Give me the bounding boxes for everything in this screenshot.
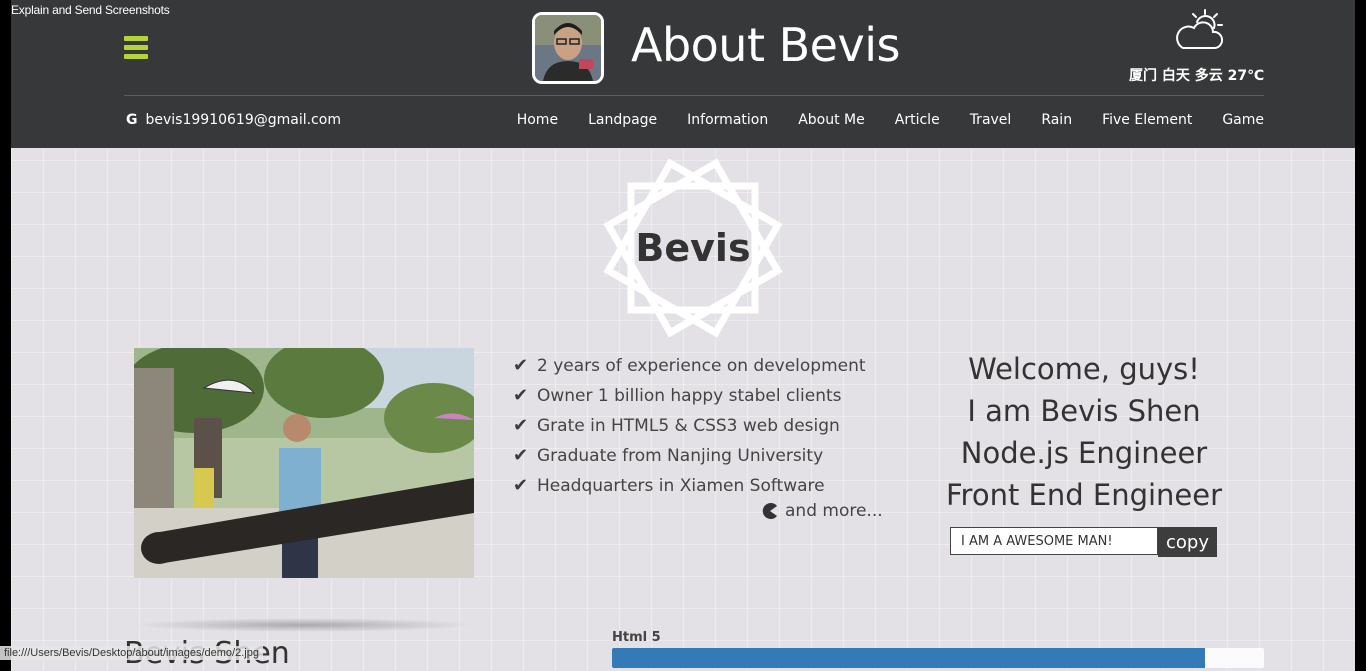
nav-game[interactable]: Game	[1222, 112, 1264, 128]
avatar[interactable]	[532, 12, 604, 84]
feature-text: Grate in HTML5 & CSS3 web design	[537, 416, 840, 436]
feature-text: 2 years of experience on development	[537, 356, 866, 376]
nav-about-me[interactable]: About Me	[798, 112, 865, 128]
list-item: ✔ Graduate from Nanjing University	[513, 441, 893, 471]
hamburger-menu-icon[interactable]	[124, 36, 148, 60]
feature-list: ✔ 2 years of experience on development ✔…	[513, 351, 893, 501]
travel-photo[interactable]	[134, 348, 474, 578]
nav-five-element[interactable]: Five Element	[1102, 112, 1192, 128]
email-link[interactable]: G bevis19910619@gmail.com	[126, 112, 341, 128]
email-text: bevis19910619@gmail.com	[145, 112, 341, 128]
and-more-text: and more...	[785, 501, 883, 521]
nav-article[interactable]: Article	[895, 112, 940, 128]
nav-rain[interactable]: Rain	[1041, 112, 1072, 128]
welcome-line: Node.js Engineer	[960, 436, 1208, 470]
menu-bar	[124, 36, 148, 41]
check-icon: ✔	[513, 445, 529, 466]
logo: Bevis	[603, 154, 783, 342]
avatar-photo	[535, 15, 601, 81]
check-icon: ✔	[513, 415, 529, 436]
copy-row: copy	[950, 527, 1217, 557]
list-item: ✔ Headquarters in Xiamen Software	[513, 471, 893, 501]
copy-input[interactable]	[950, 527, 1158, 555]
welcome-line: Welcome, guys!	[968, 352, 1200, 386]
cloudy-weather-icon	[1176, 9, 1224, 49]
logo-name: Bevis	[635, 226, 751, 270]
menu-bar	[124, 54, 148, 59]
feature-text: Owner 1 billion happy stabel clients	[537, 386, 842, 406]
welcome-text: Welcome, guys! I am Bevis Shen Node.js E…	[919, 348, 1249, 516]
page: About Bevis 厦门 白天 多云 27℃ G bevis19910619…	[11, 0, 1355, 671]
status-bar-url: file:///Users/Bevis/Desktop/about/images…	[0, 646, 263, 660]
main-nav: Home Landpage Information About Me Artic…	[487, 112, 1264, 128]
nav-home[interactable]: Home	[517, 112, 558, 128]
nav-landpage[interactable]: Landpage	[588, 112, 657, 128]
check-icon: ✔	[513, 385, 529, 406]
menu-bar	[124, 45, 148, 50]
list-item: ✔ Grate in HTML5 & CSS3 web design	[513, 411, 893, 441]
travel-photo-image	[134, 348, 474, 578]
screenshot-tool-label: Explain and Send Screenshots	[11, 3, 170, 17]
site-title: About Bevis	[631, 18, 900, 72]
copy-button[interactable]: copy	[1158, 527, 1217, 557]
nav-travel[interactable]: Travel	[970, 112, 1012, 128]
site-header: About Bevis 厦门 白天 多云 27℃ G bevis19910619…	[11, 0, 1355, 148]
nav-information[interactable]: Information	[687, 112, 768, 128]
welcome-line: I am Bevis Shen	[967, 394, 1201, 428]
list-item: ✔ 2 years of experience on development	[513, 351, 893, 381]
pacman-icon	[762, 503, 777, 519]
header-divider	[124, 95, 1264, 96]
check-icon: ✔	[513, 475, 529, 496]
welcome-line: Front End Engineer	[945, 478, 1223, 512]
list-item: ✔ Owner 1 billion happy stabel clients	[513, 381, 893, 411]
google-icon: G	[126, 112, 138, 128]
photo-shadow	[134, 618, 474, 632]
and-more-link[interactable]: and more...	[761, 501, 883, 521]
feature-text: Headquarters in Xiamen Software	[537, 476, 825, 496]
skill-progress-fill	[612, 648, 1206, 668]
check-icon: ✔	[513, 355, 529, 376]
feature-text: Graduate from Nanjing University	[537, 446, 824, 466]
skill-label: Html 5	[612, 630, 661, 645]
weather-text: 厦门 白天 多云 27℃	[1129, 68, 1265, 84]
skill-progress-bar	[612, 648, 1264, 668]
